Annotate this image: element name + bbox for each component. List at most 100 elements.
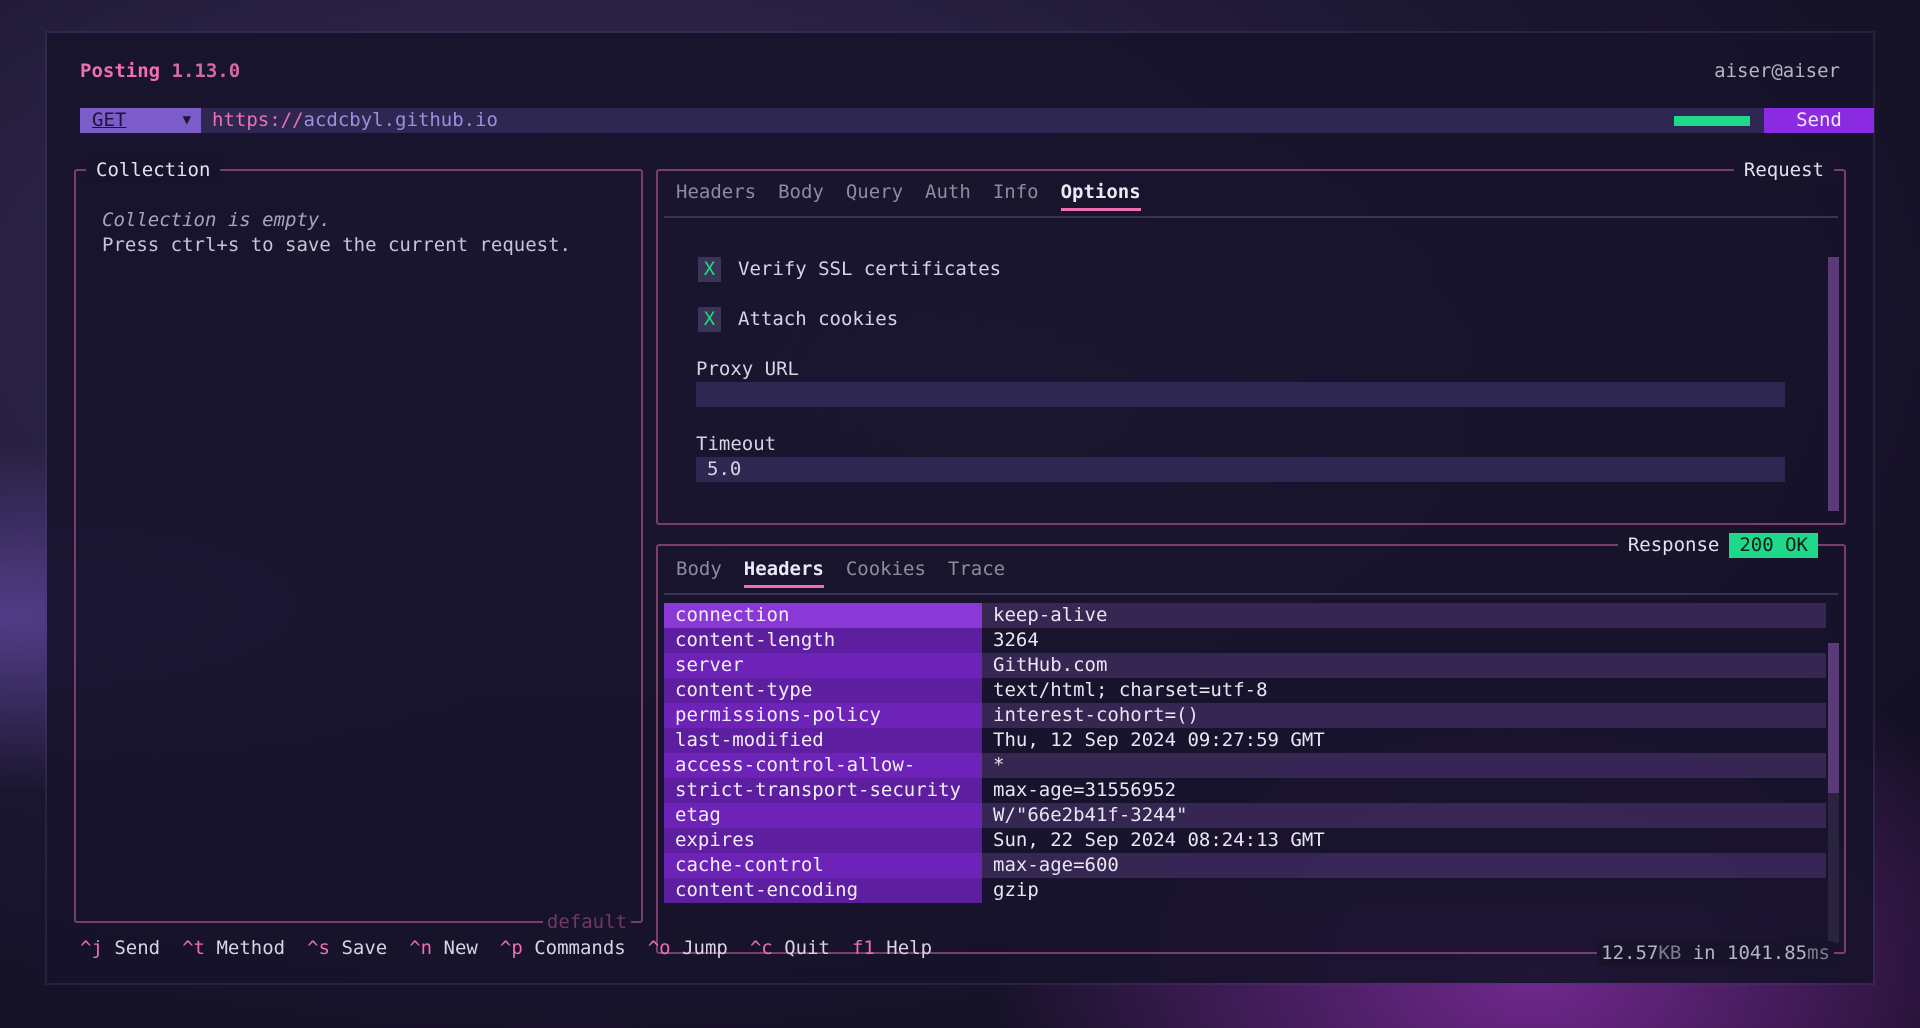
response-time-unit: ms: [1807, 942, 1830, 964]
request-title: Request: [1733, 158, 1834, 183]
method-select[interactable]: GET ▼: [80, 108, 201, 133]
key-hint: ^c: [749, 937, 773, 959]
tab-info[interactable]: Info: [993, 180, 1039, 211]
key-hint: ^t: [182, 937, 205, 959]
url-host: acdcbyl.github.io: [303, 109, 498, 131]
footer-new[interactable]: ^n New: [409, 936, 478, 961]
table-row[interactable]: content-length 3264: [664, 628, 1826, 653]
proxy-url-input[interactable]: [696, 382, 1785, 407]
request-panel: Request Headers Body Query Auth Info Opt…: [656, 158, 1846, 525]
header-key: expires: [664, 828, 982, 853]
footer-method[interactable]: ^t Method: [182, 936, 285, 961]
key-hint: ^n: [409, 937, 433, 959]
response-tabs: Body Headers Cookies Trace: [676, 557, 1005, 588]
key-hint: ^s: [307, 937, 330, 959]
user-host: aiser@aiser: [1714, 60, 1840, 82]
key-hint: f1: [851, 937, 875, 959]
header-key: access-control-allow-origin: [664, 753, 982, 801]
response-scrollbar-thumb[interactable]: [1828, 643, 1839, 793]
footer-quit[interactable]: ^c Quit: [750, 936, 830, 961]
table-row[interactable]: content-type text/html; charset=utf-8: [664, 678, 1826, 703]
response-panel: Response 200 OK Body Headers Cookies Tra…: [656, 533, 1846, 966]
header-value: GitHub.com: [982, 653, 1826, 678]
footer-send[interactable]: ^j Send: [80, 936, 160, 961]
tab-headers[interactable]: Headers: [676, 180, 756, 211]
header-value: Thu, 12 Sep 2024 09:27:59 GMT: [982, 728, 1826, 753]
header-key: content-encoding: [664, 878, 982, 903]
footer-help[interactable]: f1 Help: [852, 936, 932, 961]
tab-response-body[interactable]: Body: [676, 557, 722, 588]
posting-app-window: Posting 1.13.0 aiser@aiser GET ▼ https:/…: [47, 33, 1874, 983]
tab-query[interactable]: Query: [846, 180, 903, 211]
table-row[interactable]: permissions-policy interest-cohort=(): [664, 703, 1826, 728]
header-key: content-type: [664, 678, 982, 703]
header-value: keep-alive: [982, 603, 1826, 628]
key-label: Commands: [534, 937, 626, 959]
request-progress-indicator: [1674, 116, 1750, 126]
header-value: interest-cohort=(): [982, 703, 1826, 728]
table-row[interactable]: content-encoding gzip: [664, 878, 1826, 903]
request-scrollbar-thumb[interactable]: [1828, 257, 1839, 511]
url-input[interactable]: https://acdcbyl.github.io: [212, 108, 498, 133]
response-size: 12.57: [1601, 942, 1659, 964]
table-row[interactable]: server GitHub.com: [664, 653, 1826, 678]
attach-cookies-label: Attach cookies: [738, 308, 899, 330]
response-headers-table[interactable]: connection keep-alive content-length 3264 …: [664, 603, 1826, 903]
response-size-time: 12.57KB in 1041.85ms: [1597, 941, 1834, 966]
app-version: 1.13.0: [171, 60, 241, 82]
method-value: GET: [92, 109, 127, 131]
verify-ssl-label: Verify SSL certificates: [738, 258, 1002, 280]
tab-body[interactable]: Body: [778, 180, 824, 211]
footer-save[interactable]: ^s Save: [307, 936, 387, 961]
table-row[interactable]: last-modified Thu, 12 Sep 2024 09:27:59 G…: [664, 728, 1826, 753]
header-value: W/"66e2b41f-3244": [982, 803, 1826, 828]
verify-ssl-checkbox[interactable]: X: [698, 257, 721, 282]
key-label: Jump: [682, 937, 728, 959]
attach-cookies-checkbox[interactable]: X: [698, 307, 721, 332]
key-label: New: [443, 937, 478, 959]
table-row[interactable]: expires Sun, 22 Sep 2024 08:24:13 GMT: [664, 828, 1826, 853]
key-label: Send: [114, 937, 161, 959]
tab-response-headers[interactable]: Headers: [743, 557, 824, 588]
footer-jump[interactable]: ^o Jump: [648, 936, 728, 961]
tab-response-cookies[interactable]: Cookies: [846, 557, 926, 588]
table-row[interactable]: access-control-allow-origin*: [664, 753, 1826, 801]
send-button[interactable]: Send: [1764, 108, 1874, 133]
header-value: gzip: [982, 878, 1826, 903]
tab-divider: [664, 593, 1838, 595]
collection-title: Collection: [86, 158, 221, 183]
response-time: 1041.85: [1727, 942, 1808, 964]
collection-hint-text: Press ctrl+s to save the current request…: [102, 234, 571, 256]
response-title-bar: Response 200 OK: [1617, 533, 1818, 558]
key-hint: ^j: [80, 937, 103, 959]
app-name: Posting: [80, 60, 161, 82]
header-key: content-length: [664, 628, 982, 653]
footer-commands[interactable]: ^p Commands: [500, 936, 626, 961]
table-row[interactable]: strict-transport-security max-age=3155695…: [664, 778, 1826, 803]
key-label: Save: [341, 937, 388, 959]
key-hint: ^o: [647, 937, 671, 959]
collection-panel[interactable]: Collection default: [74, 158, 643, 935]
response-scrollbar[interactable]: [1828, 643, 1839, 943]
key-label: Method: [216, 937, 286, 959]
header-key: connection: [664, 603, 982, 628]
table-row[interactable]: connection keep-alive: [664, 603, 1826, 628]
timeout-label: Timeout: [696, 433, 777, 455]
tab-options[interactable]: Options: [1060, 180, 1141, 211]
response-size-unit: KB: [1658, 942, 1682, 964]
table-row[interactable]: etag W/"66e2b41f-3244": [664, 803, 1826, 828]
table-row[interactable]: cache-control max-age=600: [664, 853, 1826, 878]
key-label: Help: [886, 937, 933, 959]
tab-response-trace[interactable]: Trace: [948, 557, 1005, 588]
collection-footer: default: [542, 910, 631, 935]
timeout-input[interactable]: 5.0: [696, 457, 1785, 482]
tab-auth[interactable]: Auth: [925, 180, 971, 211]
key-label: Quit: [784, 937, 830, 959]
header-key: cache-control: [664, 853, 982, 878]
app-title: Posting 1.13.0: [80, 59, 240, 84]
header-value: max-age=600: [982, 853, 1826, 878]
request-tabs: Headers Body Query Auth Info Options: [676, 180, 1141, 211]
header-value: text/html; charset=utf-8: [982, 678, 1826, 703]
request-scrollbar[interactable]: [1828, 257, 1839, 511]
url-bar: GET ▼ https://acdcbyl.github.io Send: [80, 108, 1874, 133]
